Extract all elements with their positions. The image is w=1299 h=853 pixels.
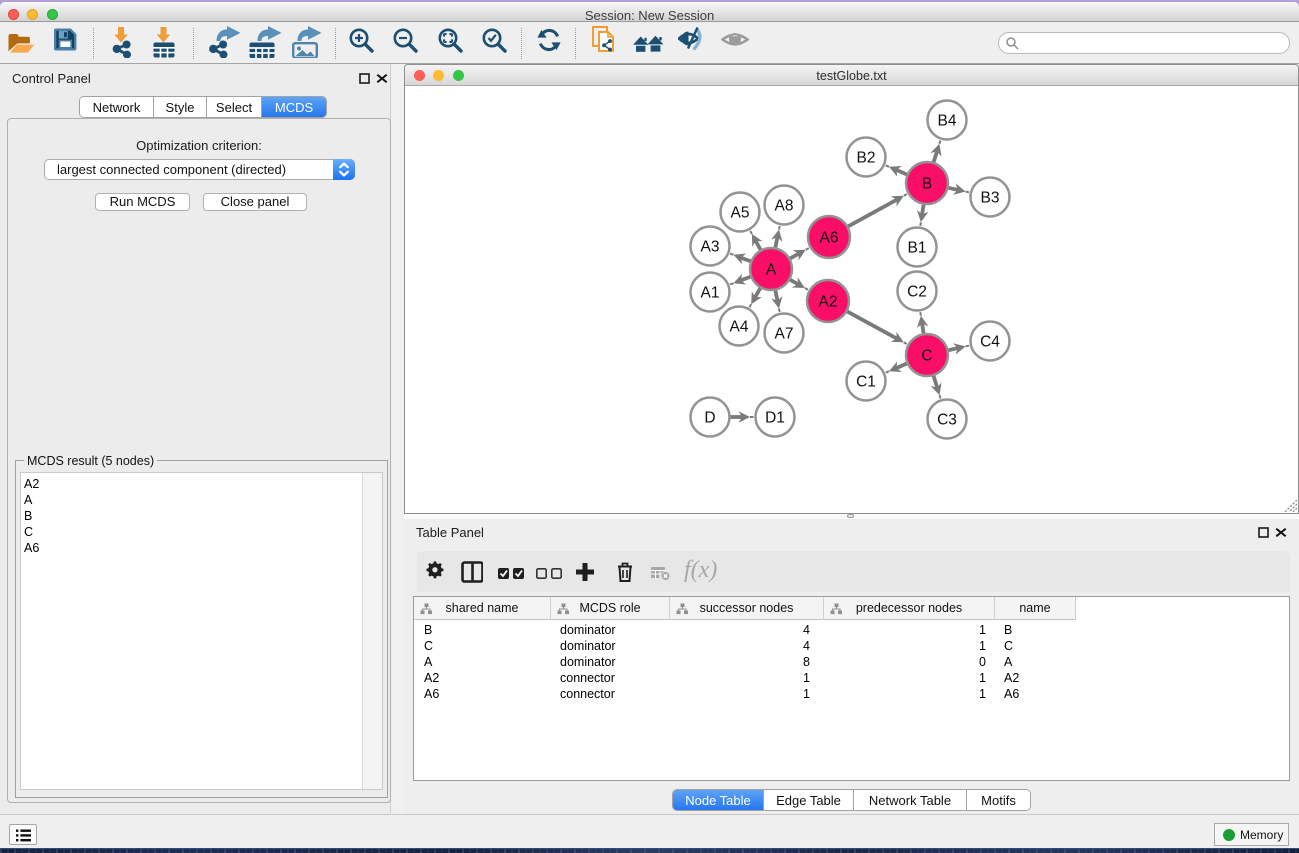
svg-text:A6: A6 xyxy=(820,230,839,247)
svg-text:D1: D1 xyxy=(765,410,785,427)
svg-text:A4: A4 xyxy=(730,319,749,336)
svg-text:B2: B2 xyxy=(857,150,876,167)
svg-text:B1: B1 xyxy=(908,240,927,257)
svg-text:B4: B4 xyxy=(938,113,957,130)
svg-text:B: B xyxy=(922,176,932,193)
svg-text:C4: C4 xyxy=(980,334,1000,351)
svg-text:A2: A2 xyxy=(819,294,838,311)
svg-text:B3: B3 xyxy=(981,190,1000,207)
svg-text:A5: A5 xyxy=(731,205,750,222)
svg-text:C2: C2 xyxy=(907,284,927,301)
svg-text:C1: C1 xyxy=(856,374,876,391)
svg-text:C3: C3 xyxy=(937,412,957,429)
svg-text:D: D xyxy=(704,410,715,427)
svg-text:A1: A1 xyxy=(701,285,720,302)
svg-text:A: A xyxy=(766,262,777,279)
svg-text:C: C xyxy=(921,348,932,365)
svg-text:A3: A3 xyxy=(701,239,720,256)
svg-text:A8: A8 xyxy=(775,198,794,215)
svg-text:A7: A7 xyxy=(775,326,794,343)
